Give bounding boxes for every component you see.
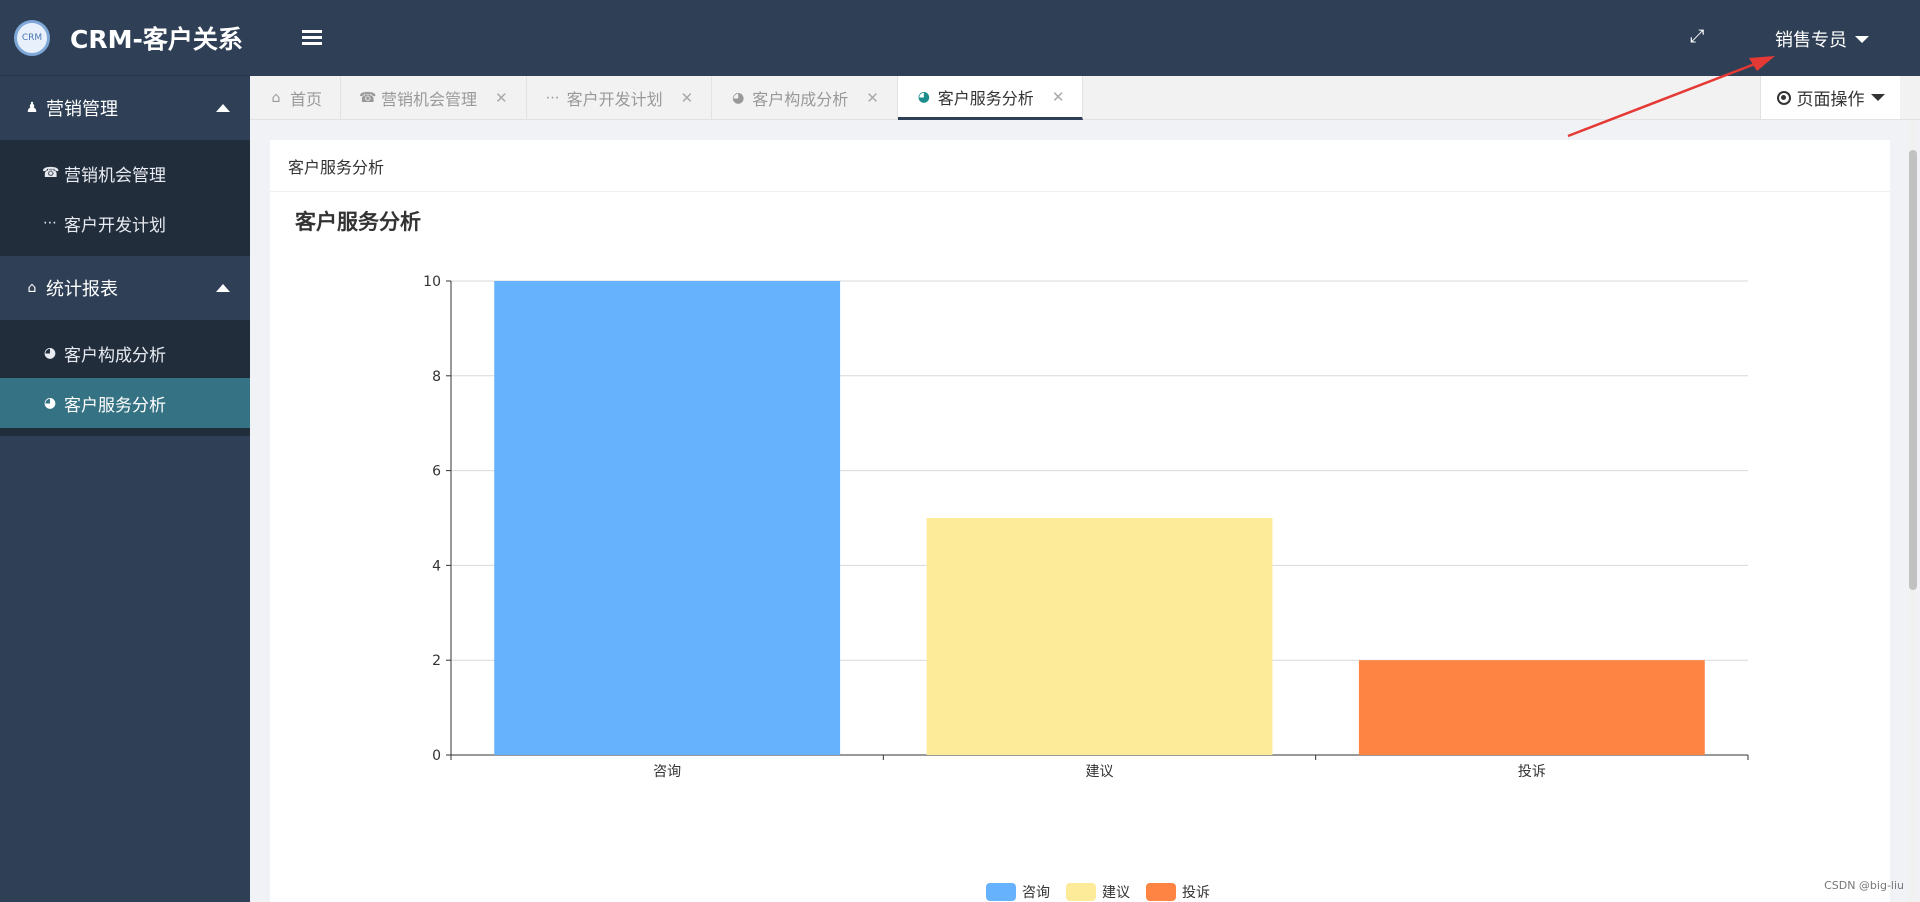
- legend-swatch: [986, 883, 1016, 901]
- ellipsis-icon: ⋯: [545, 90, 560, 106]
- user-label: 销售专员: [1775, 30, 1847, 51]
- bar-chart: 0246810咨询 建议 投诉咨询 建议 投诉: [423, 274, 1749, 901]
- content-card: 客户服务分析 客户服务分析 0 2 4 6 8 10 咨询 建议 投诉 咨询 建议 投诉: [270, 140, 1890, 902]
- y-tick-label: 0: [432, 748, 441, 764]
- dashboard-icon: ◕: [43, 345, 57, 361]
- close-icon[interactable]: ✕: [1052, 88, 1065, 106]
- menu-group-label: 营销管理: [46, 99, 118, 120]
- bar: [1358, 660, 1705, 755]
- caret-up-icon: [216, 104, 230, 112]
- fullscreen-icon[interactable]: ⤢: [1690, 28, 1708, 46]
- person-icon: ♟: [25, 100, 39, 116]
- dashboard-icon: ◕: [732, 90, 745, 106]
- y-tick-label: 4: [432, 558, 441, 574]
- tab-home[interactable]: ⌂ 首页: [250, 76, 342, 120]
- tab-bar: ⌂ 首页 ☎ 营销机会管理 ✕ ⋯ 客户开发计划 ✕ ◕ 客户构成分析 ✕ ◕ …: [250, 76, 1920, 120]
- tab-dev-plan[interactable]: ⋯ 客户开发计划 ✕: [527, 76, 713, 120]
- tab-label: 客户服务分析: [937, 88, 1034, 108]
- x-tick-label: 投诉: [1518, 764, 1546, 780]
- target-icon: [1776, 90, 1791, 105]
- submenu-marketing: ☎ 营销机会管理 ⋯ 客户开发计划: [0, 140, 250, 256]
- sidebar: CRM CRM-客户关系 ♟ 营销管理 ☎ 营销机会管理 ⋯ 客户开发计划 ⌂ …: [0, 0, 250, 902]
- y-tick-label: 10: [423, 274, 441, 290]
- sidebar-item-label: 客户服务分析: [64, 395, 166, 416]
- y-tick-label: 8: [432, 369, 441, 385]
- legend-label: 建议: [1102, 885, 1130, 901]
- y-tick-label: 2: [432, 653, 441, 669]
- legend-label: 投诉: [1182, 885, 1210, 901]
- tab-label: 客户构成分析: [752, 90, 849, 109]
- submenu-reports: ◕ 客户构成分析 ◕ 客户服务分析: [0, 320, 250, 436]
- dashboard-icon: ◕: [43, 395, 57, 411]
- legend-swatch: [1066, 883, 1096, 901]
- bar: [926, 518, 1273, 755]
- legend-swatch: [1146, 883, 1176, 901]
- y-tick-label: 6: [432, 464, 441, 480]
- close-icon[interactable]: ✕: [866, 89, 879, 107]
- brand: CRM CRM-客户关系: [0, 0, 250, 76]
- sidebar-item-label: 营销机会管理: [64, 165, 166, 186]
- tab-customer-service[interactable]: ◕ 客户服务分析 ✕: [897, 76, 1084, 120]
- watermark: CSDN @big-liu: [1824, 879, 1904, 892]
- legend-label: 咨询: [1022, 885, 1050, 901]
- menu-toggle-icon[interactable]: [302, 30, 322, 46]
- tab-label: 营销机会管理: [381, 90, 478, 109]
- tab-sales-opportunity[interactable]: ☎ 营销机会管理 ✕: [341, 76, 527, 120]
- ellipsis-icon: ⋯: [43, 215, 57, 231]
- chevron-down-icon: [1855, 35, 1869, 43]
- user-menu[interactable]: 销售专员: [1775, 26, 1869, 52]
- sidebar-item-customer-service[interactable]: ◕ 客户服务分析: [0, 378, 250, 428]
- page-scrollbar[interactable]: [1908, 120, 1918, 902]
- home-icon: ⌂: [271, 90, 281, 106]
- scrollbar-thumb[interactable]: [1909, 150, 1917, 590]
- top-header: ⤢ 销售专员: [250, 0, 1920, 76]
- close-icon[interactable]: ✕: [681, 89, 694, 107]
- menu-group-reports[interactable]: ⌂ 统计报表: [0, 256, 250, 320]
- tab-label: 首页: [290, 90, 323, 109]
- app-title: CRM-客户关系: [70, 24, 243, 54]
- phone-icon: ☎: [359, 90, 377, 106]
- crm-logo-icon: CRM: [14, 19, 50, 56]
- tab-customer-composition[interactable]: ◕ 客户构成分析 ✕: [712, 76, 898, 120]
- sidebar-item-label: 客户开发计划: [64, 215, 166, 236]
- caret-up-icon: [216, 284, 230, 292]
- menu-group-label: 统计报表: [46, 279, 118, 300]
- bar: [494, 281, 841, 755]
- x-tick-label: 建议: [1086, 764, 1114, 780]
- page-operations-label: 页面操作: [1796, 90, 1865, 110]
- sidebar-item-customer-composition[interactable]: ◕ 客户构成分析: [0, 328, 250, 378]
- page-operations-button[interactable]: 页面操作: [1760, 76, 1900, 119]
- x-tick-label: 咨询: [653, 764, 681, 780]
- tab-label: 客户开发计划: [566, 90, 663, 109]
- dashboard-icon: ◕: [917, 88, 930, 105]
- chevron-down-icon: [1870, 94, 1885, 101]
- home-icon: ⌂: [27, 280, 37, 296]
- sidebar-item-label: 客户构成分析: [64, 345, 166, 366]
- close-icon[interactable]: ✕: [495, 89, 508, 107]
- sidebar-item-dev-plan[interactable]: ⋯ 客户开发计划: [0, 198, 250, 248]
- phone-icon: ☎: [42, 165, 60, 181]
- sidebar-item-sales-opportunity[interactable]: ☎ 营销机会管理: [0, 148, 250, 198]
- menu-group-marketing[interactable]: ♟ 营销管理: [0, 76, 250, 140]
